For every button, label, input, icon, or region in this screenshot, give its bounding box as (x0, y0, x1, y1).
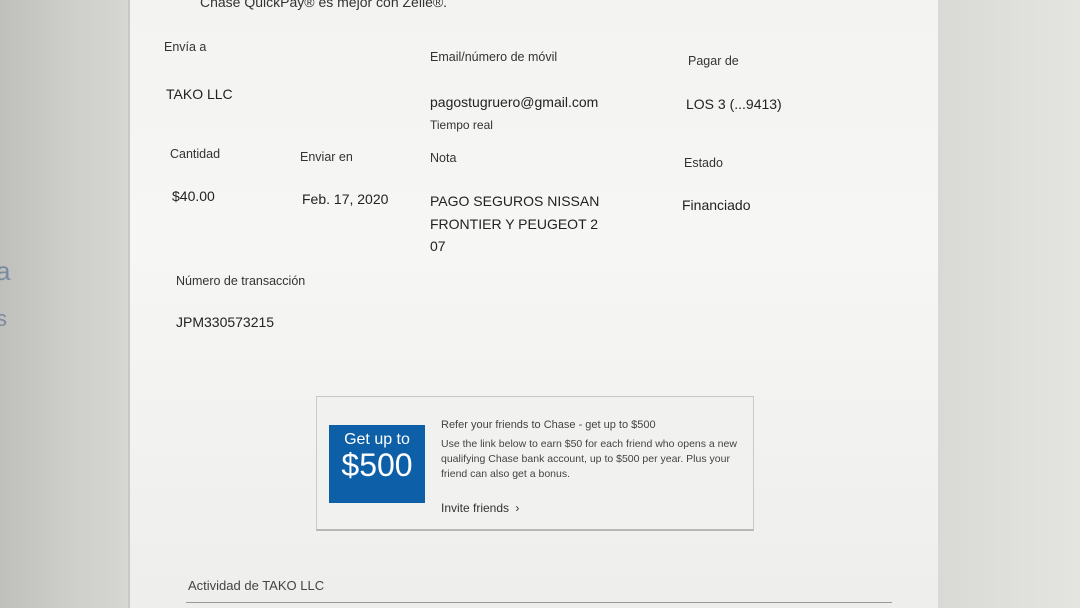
edge-char-a: a (0, 256, 11, 286)
note-label: Nota (430, 151, 457, 165)
status-label: Estado (684, 156, 723, 170)
amount-label: Cantidad (170, 147, 221, 161)
promo-title: Refer your friends to Chase - get up to … (441, 419, 656, 431)
status-value: Financiado (682, 197, 751, 213)
invite-friends-label: Invite friends (441, 501, 510, 515)
activity-heading[interactable]: Actividad de TAKO LLC (188, 578, 324, 593)
note-line-2: FRONTIER Y PEUGEOT 2 (430, 216, 599, 232)
edge-char-s: s (0, 306, 7, 331)
send-to-label: Envía a (164, 40, 207, 54)
email-label: Email/número de móvil (430, 50, 558, 64)
referral-promo-card: Get up to $500 Refer your friends to Cha… (316, 396, 754, 531)
transaction-value: JPM330573215 (176, 314, 275, 330)
invite-friends-link[interactable]: Invite friends › (441, 501, 519, 515)
pay-from-label: Pagar de (688, 54, 739, 68)
send-on-value: Feb. 17, 2020 (302, 191, 389, 207)
chevron-right-icon: › (515, 501, 520, 515)
promo-image[interactable]: Get up to $500 (329, 425, 425, 503)
activity-divider (186, 602, 892, 603)
pay-from-value: LOS 3 (...9413) (686, 96, 782, 112)
amount-value: $40.00 (172, 188, 215, 204)
monitor-left-edge: a s (0, 0, 128, 608)
transaction-label: Número de transacción (176, 274, 306, 288)
note-line-3: 07 (430, 238, 446, 254)
send-to-value: TAKO LLC (166, 86, 233, 102)
payment-detail-page: Chase QuickPay® es mejor con Zelle®. Env… (128, 0, 938, 608)
quickpay-note: Chase QuickPay® es mejor con Zelle®. (200, 0, 448, 10)
email-value: pagostugruero@gmail.com (430, 94, 599, 110)
page-border (128, 0, 130, 608)
note-line-1: PAGO SEGUROS NISSAN (430, 193, 600, 209)
send-on-label: Enviar en (300, 150, 353, 164)
monitor-right-area (938, 0, 1080, 608)
email-sub: Tiempo real (430, 118, 493, 132)
promo-image-line2: $500 (341, 447, 413, 483)
promo-body: Use the link below to earn $50 for each … (441, 438, 737, 480)
